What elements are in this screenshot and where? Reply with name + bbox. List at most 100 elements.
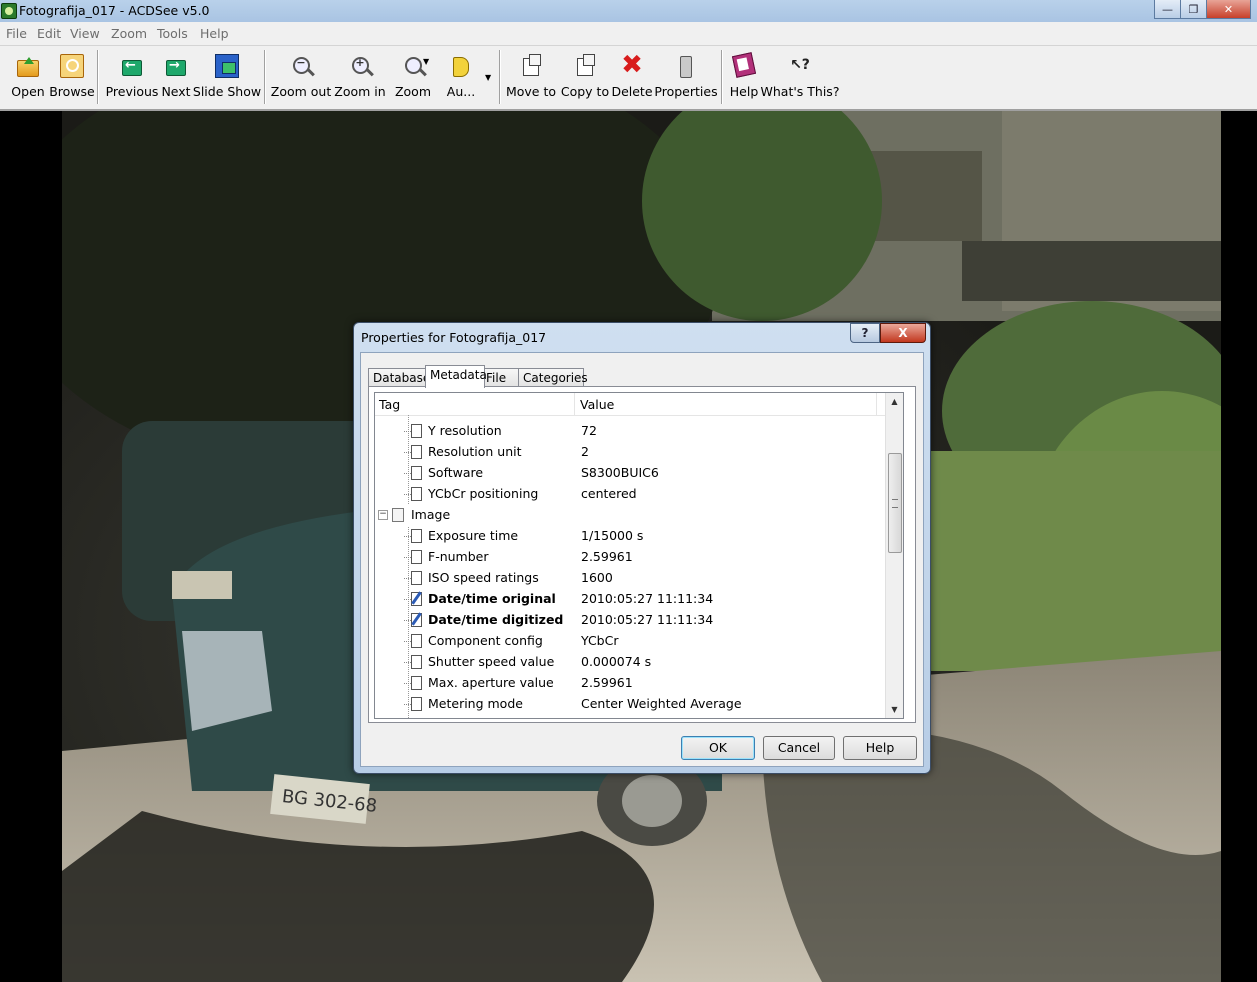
collapse-toggle-icon[interactable]: − (378, 510, 388, 520)
column-header-tag[interactable]: Tag (379, 397, 400, 412)
row-value: 1/15000 s (581, 528, 644, 543)
row-value: 2 (581, 444, 589, 459)
metadata-list[interactable]: Tag Value Y resolution 72 Resolution uni… (374, 392, 904, 719)
ok-button[interactable]: OK (681, 736, 755, 760)
vertical-scrollbar[interactable]: ▲ ▼ (885, 393, 903, 718)
audio-button[interactable]: Au... (447, 48, 475, 104)
browse-icon (60, 54, 84, 78)
column-divider[interactable] (876, 393, 877, 415)
row-value: 2010:05:27 11:11:34 (581, 612, 714, 627)
document-icon (404, 676, 422, 690)
row-value: 1600 (581, 570, 613, 585)
document-icon (404, 697, 422, 711)
dialog-help-text-button[interactable]: Help (843, 736, 917, 760)
window-title: Fotografija_017 - ACDSee v5.0 (19, 3, 210, 18)
move-to-icon (523, 54, 541, 76)
document-icon (404, 424, 422, 438)
properties-button[interactable]: Properties (654, 48, 718, 104)
edited-document-icon (404, 613, 422, 627)
menu-edit[interactable]: Edit (37, 26, 61, 41)
cancel-button[interactable]: Cancel (763, 736, 835, 760)
list-item[interactable]: Max. aperture value 2.59961 (375, 673, 895, 694)
copy-to-icon (577, 54, 595, 76)
properties-icon (680, 56, 692, 78)
dialog-body: Database Metadata File Categories Tag Va… (360, 352, 924, 767)
edited-document-icon (404, 592, 422, 606)
tab-metadata[interactable]: Metadata (425, 365, 487, 388)
whats-this-label: What's This? (760, 84, 840, 99)
list-header: Tag Value (375, 393, 895, 416)
list-item[interactable]: Date/time digitized 2010:05:27 11:11:34 (375, 610, 895, 631)
document-icon (404, 571, 422, 585)
row-tag: Shutter speed value (428, 654, 555, 669)
list-item[interactable]: F-number 2.59961 (375, 547, 895, 568)
group-label: Image (411, 507, 451, 522)
tree-group-image[interactable]: − Image (375, 505, 895, 526)
menu-help[interactable]: Help (200, 26, 229, 41)
group-icon (392, 508, 404, 522)
scroll-thumb[interactable] (888, 453, 902, 553)
list-item[interactable]: Metering mode Center Weighted Average (375, 694, 895, 715)
menu-bar: File Edit View Zoom Tools Help (0, 22, 1257, 46)
row-tag: Metering mode (428, 696, 523, 711)
document-icon (404, 655, 422, 669)
row-value: 2010:05:27 11:11:34 (581, 591, 714, 606)
list-item[interactable]: Software S8300BUIC6 (375, 463, 895, 484)
slideshow-icon (215, 54, 239, 78)
row-tag: Resolution unit (428, 444, 522, 459)
whats-this-button[interactable]: ↖? What's This? (761, 48, 840, 104)
row-tag: ISO speed ratings (428, 570, 539, 585)
slideshow-button[interactable]: Slide Show (193, 48, 261, 104)
list-item[interactable]: Shutter speed value 0.000074 s (375, 652, 895, 673)
toolbar-overflow-arrow-icon[interactable]: ▼ (485, 73, 491, 82)
whats-this-icon: ↖? (790, 57, 810, 73)
properties-dialog: Properties for Fotografija_017 ? X Datab… (353, 322, 931, 774)
scroll-grip-icon (892, 499, 898, 508)
title-bar: Fotografija_017 - ACDSee v5.0 — ❐ ✕ (0, 0, 1257, 22)
tab-file[interactable]: File (481, 368, 521, 387)
row-tag: Date/time digitized (428, 612, 564, 627)
menu-file[interactable]: File (6, 26, 27, 41)
column-divider[interactable] (574, 393, 575, 415)
menu-zoom[interactable]: Zoom (111, 26, 147, 41)
maximize-button[interactable]: ❐ (1180, 0, 1207, 19)
menu-view[interactable]: View (70, 26, 100, 41)
minimize-button[interactable]: — (1154, 0, 1181, 19)
row-value: centered (581, 486, 637, 501)
list-item[interactable]: Resolution unit 2 (375, 442, 895, 463)
dialog-help-button[interactable]: ? (850, 323, 880, 343)
row-tag: Y resolution (428, 423, 502, 438)
list-item[interactable]: Component config YCbCr (375, 631, 895, 652)
list-item[interactable]: Exposure time 1/15000 s (375, 526, 895, 547)
help-icon (731, 52, 757, 78)
tab-database[interactable]: Database (368, 368, 430, 387)
dialog-title: Properties for Fotografija_017 (361, 330, 547, 345)
row-tag: Software (428, 465, 484, 480)
row-tag: Component config (428, 633, 543, 648)
row-tag: F-number (428, 549, 489, 564)
zoom-dropdown-arrow-icon[interactable]: ▼ (423, 57, 429, 66)
scroll-down-arrow-icon[interactable]: ▼ (886, 701, 903, 718)
browse-button[interactable]: Browse (49, 48, 95, 104)
next-icon (166, 58, 186, 76)
list-item[interactable]: ISO speed ratings 1600 (375, 568, 895, 589)
row-tag: Date/time original (428, 591, 556, 606)
list-item[interactable]: Y resolution 72 (375, 421, 895, 442)
delete-icon: ✖ (621, 50, 643, 80)
open-icon (17, 57, 39, 77)
scroll-up-arrow-icon[interactable]: ▲ (886, 393, 903, 410)
zoom-icon (404, 57, 422, 74)
list-item[interactable]: Date/time original 2010:05:27 11:11:34 (375, 589, 895, 610)
zoom-in-icon: + (351, 56, 369, 74)
dialog-close-button[interactable]: X (880, 323, 926, 343)
list-item[interactable]: YCbCr positioning centered (375, 484, 895, 505)
tab-categories[interactable]: Categories (518, 368, 588, 387)
acdsee-app-icon[interactable] (1, 3, 17, 19)
document-icon (404, 487, 422, 501)
close-button[interactable]: ✕ (1206, 0, 1251, 19)
menu-tools[interactable]: Tools (157, 26, 188, 41)
document-icon (404, 529, 422, 543)
audio-icon (453, 57, 469, 77)
column-header-value[interactable]: Value (580, 397, 614, 412)
row-value: S8300BUIC6 (581, 465, 659, 480)
